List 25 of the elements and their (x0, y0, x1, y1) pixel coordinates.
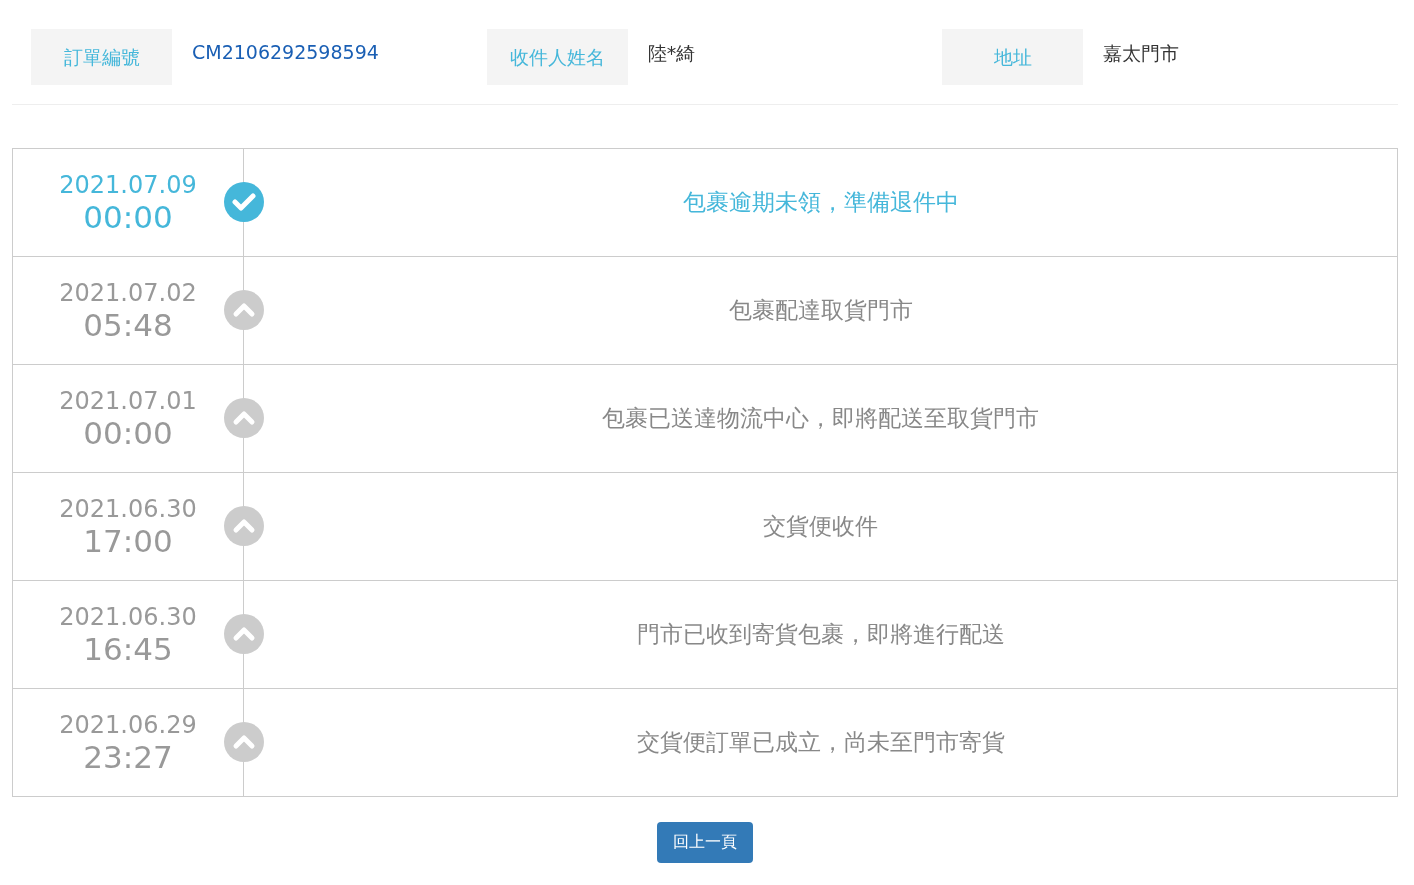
event-date: 2021.07.01 (59, 386, 197, 415)
event-date: 2021.06.29 (59, 710, 197, 739)
event-time: 00:00 (83, 198, 173, 235)
event-status: 包裹逾期未領，準備退件中 (682, 188, 959, 217)
event-status: 門市已收到寄貨包裹，即將進行配送 (636, 620, 1005, 649)
event-date: 2021.07.02 (59, 278, 197, 307)
event-time: 05:48 (83, 306, 173, 343)
field-label: 收件人姓名 (486, 29, 628, 85)
event-status: 交貨便訂單已成立，尚未至門市寄貨 (636, 728, 1005, 757)
event-date: 2021.06.30 (59, 602, 197, 631)
event-time: 00:00 (83, 414, 173, 451)
field-value: 陸*綺 (647, 41, 696, 66)
event-time: 16:45 (83, 630, 173, 667)
event-status: 包裹配達取貨門市 (728, 296, 913, 325)
field-value: 嘉太門市 (1103, 41, 1180, 66)
event-status: 包裹已送達物流中心，即將配送至取貨門市 (602, 404, 1039, 433)
field-label: 訂單編號 (31, 29, 172, 85)
event-date: 2021.06.30 (59, 494, 197, 523)
event-time: 23:27 (83, 738, 173, 775)
event-status: 交貨便收件 (763, 512, 878, 541)
event-date: 2021.07.09 (59, 170, 197, 199)
field-label: 地址 (942, 29, 1084, 85)
event-time: 17:00 (83, 522, 173, 559)
back-button[interactable]: 回上一頁 (657, 822, 753, 863)
order-number: CM2106292598594 (192, 41, 379, 63)
